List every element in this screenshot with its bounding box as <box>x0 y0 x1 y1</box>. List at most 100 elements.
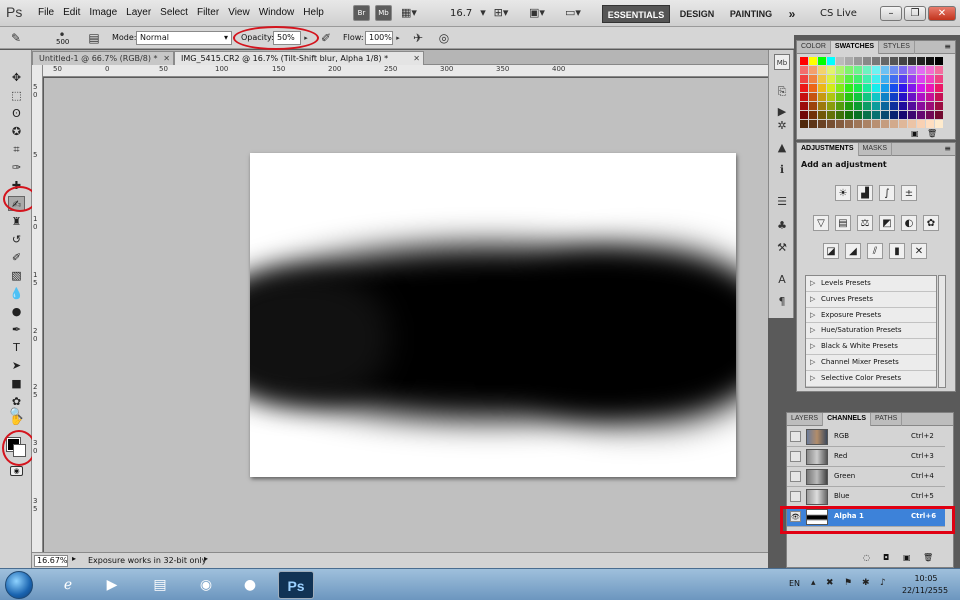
tab-masks[interactable]: MASKS <box>859 143 893 156</box>
color-swatch[interactable] <box>935 102 943 110</box>
new-channel-icon[interactable]: ▣ <box>903 553 911 562</box>
status-menu-arrow-icon[interactable]: ▸ <box>72 554 76 563</box>
posterize-icon[interactable]: ◢ <box>845 243 861 259</box>
color-swatch[interactable] <box>908 66 916 74</box>
brush-panel-toggle-icon[interactable]: ▤ <box>86 30 102 46</box>
histogram-panel-icon[interactable]: ▲ <box>774 140 790 156</box>
color-balance-icon[interactable]: ⚖ <box>857 215 873 231</box>
color-swatch[interactable] <box>872 75 880 83</box>
bluetooth-icon[interactable]: ✱ <box>862 578 870 588</box>
color-swatch[interactable] <box>872 66 880 74</box>
color-swatch[interactable] <box>800 57 808 65</box>
gradient-tool-icon[interactable]: ▧ <box>8 268 25 283</box>
color-swatch[interactable] <box>800 102 808 110</box>
menu-window[interactable]: Window <box>259 7 304 18</box>
color-swatch[interactable] <box>917 75 925 83</box>
brush-size[interactable]: 500 <box>56 38 69 46</box>
color-swatch[interactable] <box>881 120 889 128</box>
color-swatch[interactable] <box>845 111 853 119</box>
channel-mixer-icon[interactable]: ✿ <box>923 215 939 231</box>
color-swatch[interactable] <box>890 66 898 74</box>
quick-mask-icon[interactable]: ◉ <box>10 466 23 476</box>
color-swatch[interactable] <box>890 102 898 110</box>
navigator-panel-icon[interactable]: ✲ <box>774 118 790 134</box>
vibrance-icon[interactable]: ▽ <box>813 215 829 231</box>
color-swatch[interactable] <box>872 57 880 65</box>
tab-styles[interactable]: STYLES <box>879 41 915 54</box>
network-warning-icon[interactable]: ✖ <box>826 578 834 588</box>
hue-saturation-icon[interactable]: ▤ <box>835 215 851 231</box>
visibility-toggle[interactable] <box>790 431 801 442</box>
color-swatch[interactable] <box>917 111 925 119</box>
channel-row-rgb[interactable]: RGB Ctrl+2 <box>787 427 945 447</box>
color-swatch[interactable] <box>899 75 907 83</box>
extras-menu-icon[interactable]: ▦▾ <box>398 6 420 20</box>
tab-layers[interactable]: LAYERS <box>787 413 824 426</box>
restore-button[interactable]: ❐ <box>904 6 926 21</box>
color-swatch[interactable] <box>899 111 907 119</box>
delete-swatch-icon[interactable]: 🗑 <box>927 129 937 138</box>
menu-select[interactable]: Select <box>160 7 197 18</box>
path-selection-tool-icon[interactable]: ➤ <box>8 358 25 373</box>
color-swatch[interactable] <box>836 93 844 101</box>
workspace-more-button[interactable]: » <box>784 5 800 23</box>
color-swatch[interactable] <box>863 120 871 128</box>
info-panel-icon[interactable]: ℹ <box>774 162 790 178</box>
character-panel-icon[interactable]: A <box>774 272 790 288</box>
arrange-documents-icon[interactable]: ▣▾ <box>526 6 548 20</box>
visibility-toggle[interactable] <box>790 471 801 482</box>
color-swatch[interactable] <box>908 102 916 110</box>
channel-row-red[interactable]: Red Ctrl+3 <box>787 447 945 467</box>
menu-filter[interactable]: Filter <box>197 7 228 18</box>
color-swatch[interactable] <box>809 102 817 110</box>
levels-icon[interactable]: ▟ <box>857 185 873 201</box>
color-swatch[interactable] <box>881 102 889 110</box>
close-icon[interactable]: ✕ <box>163 52 170 65</box>
color-swatch[interactable] <box>809 66 817 74</box>
panel-menu-icon[interactable]: ≡ <box>944 144 951 153</box>
clone-stamp-tool-icon[interactable]: ♜ <box>8 214 25 229</box>
color-swatch[interactable] <box>836 111 844 119</box>
paragraph-panel-icon[interactable]: ¶ <box>774 294 790 310</box>
color-swatch[interactable] <box>935 75 943 83</box>
color-swatch[interactable] <box>854 102 862 110</box>
gradient-map-icon[interactable]: ▮ <box>889 243 905 259</box>
color-swatch[interactable] <box>800 93 808 101</box>
color-swatch[interactable] <box>854 120 862 128</box>
workspace-painting[interactable]: PAINTING <box>727 5 775 23</box>
tab-paths[interactable]: PATHS <box>871 413 903 426</box>
color-swatch[interactable] <box>926 102 934 110</box>
color-swatch[interactable] <box>926 75 934 83</box>
language-indicator[interactable]: EN <box>789 579 800 588</box>
eyedropper-tool-icon[interactable]: ✑ <box>8 160 25 175</box>
color-swatch[interactable] <box>890 57 898 65</box>
color-swatch[interactable] <box>935 66 943 74</box>
canvas-workspace[interactable] <box>44 78 768 552</box>
clock-date[interactable]: 22/11/2555 <box>900 586 950 595</box>
color-swatch[interactable] <box>845 102 853 110</box>
color-swatch[interactable] <box>899 66 907 74</box>
color-swatch[interactable] <box>872 111 880 119</box>
color-swatch[interactable] <box>827 84 835 92</box>
panel-menu-icon[interactable]: ≡ <box>944 42 951 51</box>
color-swatch[interactable] <box>926 66 934 74</box>
color-swatch[interactable] <box>872 120 880 128</box>
flow-slider-arrow-icon[interactable]: ▸ <box>393 30 403 46</box>
color-swatch[interactable] <box>836 120 844 128</box>
tab-adjustments[interactable]: ADJUSTMENTS <box>797 143 859 156</box>
tab-untitled-1[interactable]: Untitled-1 @ 66.7% (RGB/8) * ✕ <box>32 51 174 65</box>
color-swatch[interactable] <box>908 93 916 101</box>
menu-file[interactable]: File <box>38 7 63 18</box>
tablet-size-pressure-icon[interactable]: ◎ <box>436 30 452 46</box>
color-swatch[interactable] <box>890 84 898 92</box>
history-panel-icon[interactable]: ⎘ <box>774 84 790 100</box>
type-tool-icon[interactable]: T <box>8 340 25 355</box>
delete-channel-icon[interactable]: 🗑 <box>923 553 933 562</box>
preset-selective-color[interactable]: ▷ Selective Color Presets <box>806 371 936 387</box>
color-swatch[interactable] <box>827 75 835 83</box>
color-swatch[interactable] <box>881 75 889 83</box>
color-swatch[interactable] <box>854 75 862 83</box>
internet-explorer-icon[interactable]: ℯ <box>50 571 86 599</box>
start-button[interactable] <box>5 571 33 599</box>
invert-icon[interactable]: ◪ <box>823 243 839 259</box>
